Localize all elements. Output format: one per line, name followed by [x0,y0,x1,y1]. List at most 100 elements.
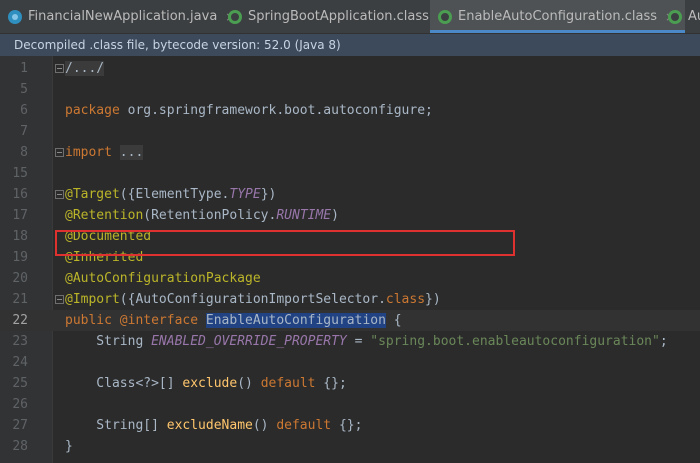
code-line[interactable]: 22 public @interface EnableAutoConfigurat… [0,310,700,331]
class-file-icon [228,9,242,24]
code-token: ({AutoConfigurationImportSelector. [119,292,386,307]
editor-tab-bar: FinancialNewApplication.java × SpringBoo… [0,0,700,34]
code-token: org.springframework.boot.autoconfigure; [119,103,433,118]
code-token: ENABLED_OVERRIDE_PROPERTY [151,334,347,349]
code-text: /.../ [65,58,105,79]
line-number: 25 [12,376,28,391]
code-token: exclude [182,376,238,391]
code-text: @Target({ElementType.TYPE}) [65,184,276,205]
code-token: @Target [65,187,120,202]
code-editor[interactable]: 1 /.../ 5 6 package org.springframework.boot… [0,56,700,463]
code-text: package org.springframework.boot.autocon… [65,100,433,121]
code-line[interactable]: 5 [0,79,700,100]
java-file-icon [8,9,22,24]
code-token: package [65,103,120,118]
code-text: @Retention(RetentionPolicy.RUNTIME) [65,205,339,226]
code-line[interactable]: 24 [0,352,700,373]
code-line[interactable]: 26 [0,394,700,415]
code-line[interactable]: 8 import ... [0,142,700,163]
line-number: 23 [12,334,28,349]
code-token: @AutoConfigurationPackage [65,271,261,286]
code-token: () [237,376,261,391]
class-file-icon [438,9,452,24]
code-text: import ... [65,142,144,163]
code-token: } [65,439,73,454]
code-line[interactable]: 6 package org.springframework.boot.autoco… [0,100,700,121]
code-text: public @interface EnableAutoConfiguratio… [65,310,402,331]
code-text: } [65,436,73,457]
code-token: import [65,145,112,160]
code-token: = [346,334,371,349]
line-number: 7 [20,124,28,139]
fold-toggle-icon[interactable] [55,64,64,73]
code-token: EnableAutoConfiguration [205,313,386,328]
tab-spring-boot-application[interactable]: SpringBootApplication.class × [228,0,447,33]
code-token: {}; [315,376,347,391]
code-line[interactable]: 27 String[] excludeName() default {}; [0,415,700,436]
decompiled-info-bar: Decompiled .class file, bytecode version… [0,34,700,56]
code-token: default [260,376,316,391]
code-line[interactable]: 1 /.../ [0,58,700,79]
line-number: 8 [20,145,28,160]
code-token: ... [119,145,144,160]
line-number: 27 [12,418,28,433]
code-text: String[] excludeName() default {}; [65,415,362,436]
code-line[interactable]: 17 @Retention(RetentionPolicy.RUNTIME) [0,205,700,226]
line-number: 24 [12,355,28,370]
code-token: @Retention [65,208,144,223]
code-token: excludeName [166,418,253,433]
line-number: 28 [12,439,28,454]
line-number: 6 [20,103,28,118]
code-token: ) [331,208,339,223]
code-line[interactable]: 28} [0,436,700,457]
code-line[interactable]: 16 @Target({ElementType.TYPE}) [0,184,700,205]
code-line[interactable]: 21 @Import({AutoConfigurationImportSelect… [0,289,700,310]
tab-label: Au [688,9,700,24]
code-token: }) [425,292,441,307]
code-token: public [65,313,112,328]
line-number: 15 [12,166,28,181]
line-number: 26 [12,397,28,412]
code-token: {}; [331,418,363,433]
code-line[interactable]: 20 @AutoConfigurationPackage [0,268,700,289]
fold-toggle-icon[interactable] [55,190,64,199]
fold-toggle-icon[interactable] [55,295,64,304]
code-token: @interface [119,313,199,328]
code-token: (RetentionPolicy. [143,208,277,223]
code-token: TYPE [229,187,261,202]
highlight-annotation-box [55,230,515,256]
code-line[interactable]: 25 Class<?>[] exclude() default {}; [0,373,700,394]
line-number: 20 [12,271,28,286]
code-token: () [252,418,277,433]
code-token: class [385,292,426,307]
line-number: 22 [12,313,28,328]
code-text: @Import({AutoConfigurationImportSelector… [65,289,441,310]
code-line[interactable]: 7 [0,121,700,142]
fold-toggle-icon[interactable] [55,148,64,157]
code-token: default [276,418,332,433]
line-number: 18 [12,229,28,244]
line-number: 19 [12,250,28,265]
code-token: }) [260,187,277,202]
code-token: String[] [65,418,167,433]
line-number: 5 [20,82,28,97]
code-token: RUNTIME [276,208,332,223]
code-token: { [385,313,402,328]
line-number: 21 [12,292,28,307]
tab-label: FinancialNewApplication.java [28,9,218,24]
tab-enable-auto-configuration[interactable]: EnableAutoConfiguration.class × [430,0,686,33]
code-line[interactable]: 23 String ENABLED_OVERRIDE_PROPERTY = "s… [0,331,700,352]
line-number: 1 [20,61,28,76]
code-line[interactable]: 15 [0,163,700,184]
tab-overflow[interactable]: Au [668,0,700,33]
code-token: ; [659,334,668,349]
tab-label: SpringBootApplication.class [248,9,429,24]
code-text: String ENABLED_OVERRIDE_PROPERTY = "spri… [65,331,668,352]
tab-financial-new-application[interactable]: FinancialNewApplication.java × [8,0,235,33]
code-token: "spring.boot.enableautoconfiguration" [370,334,660,349]
tab-label: EnableAutoConfiguration.class [458,9,658,24]
line-number: 17 [12,208,28,223]
